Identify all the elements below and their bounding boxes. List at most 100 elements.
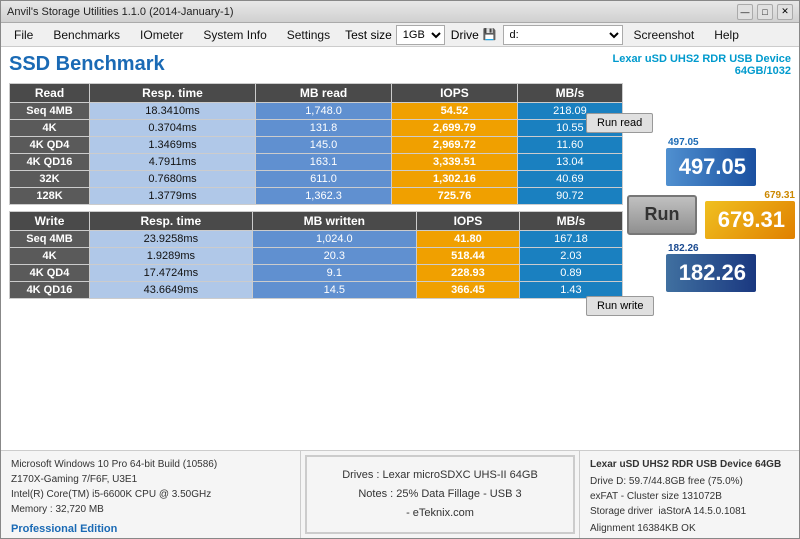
screenshot-button[interactable]: Screenshot	[625, 25, 704, 45]
run-read-button[interactable]: Run read	[586, 113, 653, 133]
write-score-area: 182.26 182.26 Run write	[666, 243, 756, 316]
device-info: Lexar uSD UHS2 RDR USB Device 64GB/1032	[612, 53, 791, 77]
menu-help[interactable]: Help	[705, 25, 748, 45]
row-label: 4K QD16	[10, 154, 90, 171]
iops: 54.52	[392, 103, 518, 120]
read-score-area: Run read 497.05 497.05	[666, 113, 756, 186]
iops: 41.80	[416, 231, 519, 248]
mbs: 11.60	[517, 137, 622, 154]
read-col-label: Read	[10, 84, 90, 103]
menu-bar: File Benchmarks IOmeter System Info Sett…	[1, 23, 799, 47]
system-info-panel: Microsoft Windows 10 Pro 64-bit Build (1…	[1, 451, 301, 538]
mb-read: 145.0	[256, 137, 392, 154]
scores-section: Run read 497.05 497.05 Run 679.31 679.31	[631, 83, 791, 316]
total-score-display: 679.31 679.31	[705, 190, 795, 239]
minimize-button[interactable]: —	[737, 4, 753, 20]
title-controls: — □ ✕	[737, 4, 793, 20]
menu-file[interactable]: File	[5, 25, 42, 45]
write-table: Write Resp. time MB written IOPS MB/s Se…	[9, 211, 623, 299]
table-row: 4K 1.9289ms 20.3 518.44 2.03	[10, 248, 623, 265]
mbs: 2.03	[519, 248, 622, 265]
iops: 725.76	[392, 188, 518, 205]
mbs: 90.72	[517, 188, 622, 205]
table-row: Seq 4MB 18.3410ms 1,748.0 54.52 218.09	[10, 103, 623, 120]
resp-time: 0.7680ms	[90, 171, 256, 188]
row-label: 4K QD4	[10, 265, 90, 282]
write-score-value: 182.26	[666, 254, 756, 292]
read-score-value: 497.05	[666, 148, 756, 186]
iops: 366.45	[416, 282, 519, 299]
read-col-mbs: MB/s	[517, 84, 622, 103]
mb-read: 611.0	[256, 171, 392, 188]
write-col-resp: Resp. time	[90, 212, 253, 231]
read-header-row: Read Resp. time MB read IOPS MB/s	[10, 84, 623, 103]
pro-edition-label: Professional Edition	[11, 521, 290, 538]
menu-settings[interactable]: Settings	[278, 25, 339, 45]
mbs: 0.89	[519, 265, 622, 282]
run-button[interactable]: Run	[627, 195, 697, 235]
drive-select[interactable]: d:	[503, 25, 623, 45]
row-label: Seq 4MB	[10, 103, 90, 120]
iops: 3,339.51	[392, 154, 518, 171]
table-row: 4K 0.3704ms 131.8 2,699.79 10.55	[10, 120, 623, 137]
table-row: Seq 4MB 23.9258ms 1,024.0 41.80 167.18	[10, 231, 623, 248]
mb-written: 1,024.0	[252, 231, 416, 248]
app-window: Anvil's Storage Utilities 1.1.0 (2014-Ja…	[0, 0, 800, 539]
row-label: 4K QD4	[10, 137, 90, 154]
row-label: 128K	[10, 188, 90, 205]
mb-read: 1,748.0	[256, 103, 392, 120]
row-label: 32K	[10, 171, 90, 188]
table-row: 4K QD4 1.3469ms 145.0 2,969.72 11.60	[10, 137, 623, 154]
read-score-box-row: 497.05 497.05	[666, 137, 756, 186]
iops: 2,699.79	[392, 120, 518, 137]
mb-read: 1,362.3	[256, 188, 392, 205]
system-info-text: Microsoft Windows 10 Pro 64-bit Build (1…	[11, 457, 290, 517]
write-col-iops: IOPS	[416, 212, 519, 231]
row-label: 4K	[10, 120, 90, 137]
mb-read: 131.8	[256, 120, 392, 137]
read-col-mb: MB read	[256, 84, 392, 103]
drives-info-panel: Drives : Lexar microSDXC UHS-II 64GB Not…	[305, 455, 575, 534]
table-row: 4K QD4 17.4724ms 9.1 228.93 0.89	[10, 265, 623, 282]
alignment-text: Alignment 16384KB OK	[590, 521, 789, 536]
maximize-button[interactable]: □	[757, 4, 773, 20]
device-details-panel: Lexar uSD UHS2 RDR USB Device 64GB Drive…	[579, 451, 799, 538]
write-col-label: Write	[10, 212, 90, 231]
resp-time: 43.6649ms	[90, 282, 253, 299]
test-size-select[interactable]: 1GB 4GB 8GB	[396, 25, 445, 45]
resp-time: 1.3469ms	[90, 137, 256, 154]
iops: 1,302.16	[392, 171, 518, 188]
resp-time: 17.4724ms	[90, 265, 253, 282]
device-line2: 64GB/1032	[612, 65, 791, 77]
resp-time: 0.3704ms	[90, 120, 256, 137]
read-col-iops: IOPS	[392, 84, 518, 103]
table-row: 32K 0.7680ms 611.0 1,302.16 40.69	[10, 171, 623, 188]
close-button[interactable]: ✕	[777, 4, 793, 20]
read-col-resp: Resp. time	[90, 84, 256, 103]
run-write-button[interactable]: Run write	[586, 296, 654, 316]
write-col-mbs: MB/s	[519, 212, 622, 231]
mbs: 167.18	[519, 231, 622, 248]
menu-system-info[interactable]: System Info	[194, 25, 275, 45]
drive-group: Drive 💾 d:	[451, 25, 623, 45]
menu-iometer[interactable]: IOmeter	[131, 25, 192, 45]
write-score-label: 182.26	[668, 243, 699, 254]
read-score-label: 497.05	[668, 137, 699, 148]
window-title: Anvil's Storage Utilities 1.1.0 (2014-Ja…	[7, 6, 233, 18]
menu-benchmarks[interactable]: Benchmarks	[44, 25, 129, 45]
mbs: 40.69	[517, 171, 622, 188]
write-score-display: 182.26 182.26	[666, 243, 756, 292]
total-score-label: 679.31	[764, 190, 795, 201]
write-col-mb: MB written	[252, 212, 416, 231]
table-row: 4K QD16 4.7911ms 163.1 3,339.51 13.04	[10, 154, 623, 171]
drive-icon: 💾	[483, 28, 497, 41]
row-label: Seq 4MB	[10, 231, 90, 248]
read-score-display: 497.05 497.05	[666, 137, 756, 186]
resp-time: 1.3779ms	[90, 188, 256, 205]
tables-scores-section: Read Resp. time MB read IOPS MB/s Seq 4M…	[9, 83, 791, 316]
test-size-group: Test size 1GB 4GB 8GB	[345, 25, 445, 45]
mb-written: 14.5	[252, 282, 416, 299]
row-label: 4K QD16	[10, 282, 90, 299]
main-content: SSD Benchmark Lexar uSD UHS2 RDR USB Dev…	[1, 47, 799, 322]
resp-time: 1.9289ms	[90, 248, 253, 265]
